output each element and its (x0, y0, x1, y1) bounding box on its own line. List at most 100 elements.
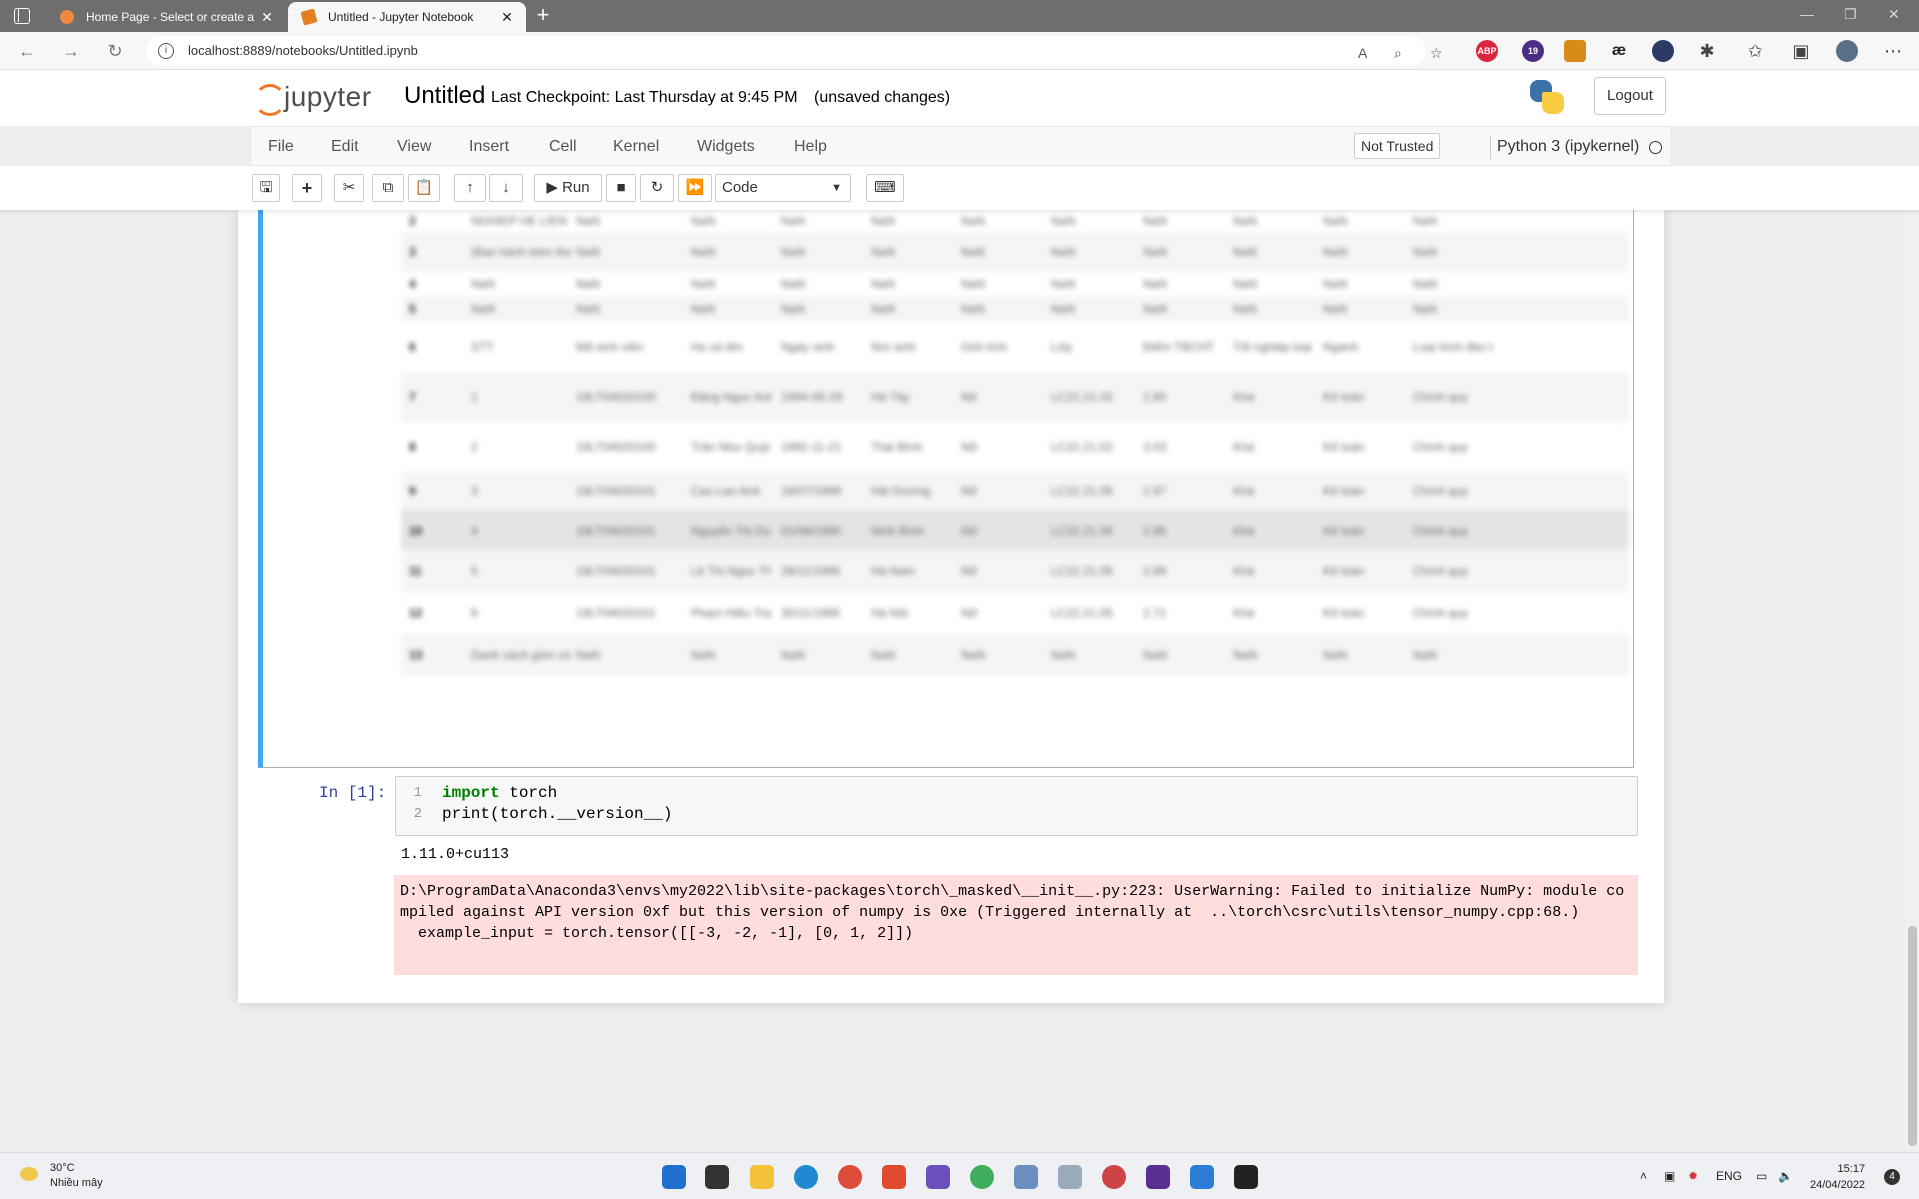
dataframe-cell: NaN (1413, 214, 1438, 228)
keyboard-shortcuts-icon[interactable]: ⌨ (866, 174, 904, 202)
menu-help[interactable]: Help (794, 138, 827, 156)
trust-button[interactable]: Not Trusted (1354, 133, 1441, 159)
menu-widgets[interactable]: Widgets (697, 138, 755, 156)
app-window-icon[interactable] (1014, 1165, 1038, 1189)
dataframe-cell: NaN (1323, 648, 1348, 662)
weather-widget[interactable]: 30°C Nhiều mây (20, 1161, 103, 1191)
site-info-icon[interactable]: i (158, 43, 174, 59)
menu-edit[interactable]: Edit (331, 138, 359, 156)
dataframe-cell: NaN (871, 277, 896, 291)
favorite-add-icon[interactable]: ☆ (1430, 45, 1443, 62)
restore-icon[interactable]: ❐ (1844, 6, 1857, 23)
interrupt-icon[interactable]: ■ (606, 174, 636, 202)
tray-bug-icon[interactable]: ✹ (1688, 1169, 1698, 1183)
terminal-icon[interactable] (1234, 1165, 1258, 1189)
forward-icon[interactable]: → (60, 40, 82, 62)
minimize-icon[interactable]: — (1800, 6, 1814, 22)
code-editor[interactable]: 1 import torch 2 print(torch.__version__… (395, 776, 1638, 836)
profile-avatar[interactable] (1836, 40, 1858, 62)
scholar-icon[interactable]: 19 (1522, 40, 1544, 62)
dataframe-cell: NaN (1323, 214, 1348, 228)
logout-button[interactable]: Logout (1594, 77, 1666, 115)
cell-type-select[interactable]: Code ▼ (715, 174, 851, 202)
app-s-icon[interactable] (882, 1165, 906, 1189)
copy-icon[interactable]: ⧉ (372, 174, 404, 202)
file-explorer-icon[interactable] (750, 1165, 774, 1189)
dataframe-cell: Nữ (961, 524, 978, 538)
media-app-icon[interactable] (1146, 1165, 1170, 1189)
menu-cell[interactable]: Cell (549, 138, 577, 156)
dataframe-cell: Nữ (961, 564, 978, 578)
extensions-icon[interactable]: ✱ (1696, 40, 1718, 62)
tray-chevron-icon[interactable]: ˄ (1640, 1169, 1647, 1183)
chrome-profile-icon[interactable] (1102, 1165, 1126, 1189)
restart-icon[interactable]: ↻ (640, 174, 674, 202)
visual-studio-icon[interactable] (926, 1165, 950, 1189)
dataframe-output-cell[interactable]: 2 NGHIEP HE LIEN THÔNG ĐẠI HỌC NHÓ... NaN N… (258, 210, 1634, 768)
green-app-icon[interactable] (970, 1165, 994, 1189)
zoom-icon[interactable]: ⌕ (1394, 45, 1402, 62)
app-icon[interactable] (1058, 1165, 1082, 1189)
ext-orange-icon[interactable] (1564, 40, 1586, 62)
chrome-icon[interactable] (838, 1165, 862, 1189)
start-icon[interactable] (662, 1165, 686, 1189)
line-number: 1 (413, 785, 422, 801)
kernel-name[interactable]: Python 3 (ipykernel) (1497, 138, 1639, 156)
paste-icon[interactable]: 📋 (408, 174, 440, 202)
language-indicator[interactable]: ENG (1716, 1169, 1742, 1183)
collections-icon[interactable]: ▣ (1790, 40, 1812, 62)
window-close-icon[interactable]: ✕ (1888, 6, 1900, 23)
dataframe-cell: NaN (871, 245, 896, 259)
tray-app-icon[interactable]: ▣ (1664, 1169, 1675, 1183)
jupyter-logo[interactable]: jupyter (252, 80, 372, 116)
clock[interactable]: 15:17 24/04/2022 (1810, 1161, 1865, 1193)
close-tab-icon[interactable]: ✕ (256, 9, 278, 26)
dataframe-cell: NGHIEP HE LIEN THÔNG ĐẠI HỌC NHÓ... (471, 214, 571, 228)
page-scrollbar[interactable] (1906, 210, 1919, 1152)
checkpoint-status: Last Checkpoint: Last Thursday at 9:45 P… (491, 89, 798, 106)
network-icon[interactable]: ▭ (1756, 1169, 1767, 1183)
dataframe-cell: 2.80 (1143, 390, 1167, 404)
dataframe-cell: NaN (1051, 648, 1076, 662)
tab-untitled-notebook[interactable]: Untitled - Jupyter Notebook ✕ (288, 2, 526, 32)
scrollbar-thumb[interactable] (1908, 926, 1917, 1146)
restart-run-all-icon[interactable]: ⏩ (678, 174, 712, 202)
close-tab-icon[interactable]: ✕ (496, 9, 518, 26)
clock-time: 15:17 (1837, 1163, 1866, 1175)
dataframe-cell: 19LT0402010038 (576, 390, 656, 404)
cut-icon[interactable]: ✂ (334, 174, 364, 202)
favorites-icon[interactable]: ✩ (1744, 40, 1766, 62)
new-tab-icon[interactable]: + (530, 4, 556, 28)
notification-badge[interactable]: 4 (1884, 1169, 1900, 1185)
dataframe-cell: 28/11/1995 (781, 564, 841, 578)
tab-home-page[interactable]: Home Page - Select or create a ✕ (46, 2, 286, 32)
menu-insert[interactable]: Insert (469, 138, 509, 156)
volume-icon[interactable]: 🔈 (1778, 1169, 1793, 1183)
dataframe-row: 8 2 19LT0402010055 Trần Như Quỳnh 1992-11-21… (401, 422, 1629, 472)
notebook-name[interactable]: Untitled (404, 82, 485, 110)
dataframe-cell: NaN (576, 648, 601, 662)
adblock-icon[interactable]: ABP (1476, 40, 1498, 62)
menu-file[interactable]: File (268, 138, 294, 156)
notepad-icon[interactable] (1190, 1165, 1214, 1189)
move-up-icon[interactable]: ↑ (454, 174, 486, 202)
read-aloud-icon[interactable]: A (1358, 45, 1367, 61)
circle-ext-icon[interactable] (1652, 40, 1674, 62)
dataframe-cell: NaN (1233, 648, 1258, 662)
back-icon[interactable]: ← (16, 40, 38, 62)
dataframe-cell: Nơi sinh (871, 340, 916, 354)
insert-cell-icon[interactable]: + (292, 174, 322, 202)
menu-kernel[interactable]: Kernel (613, 138, 659, 156)
tab-actions-icon[interactable] (14, 8, 30, 24)
edge-icon[interactable] (794, 1165, 818, 1189)
url-field[interactable]: i localhost:8889/notebooks/Untitled.ipyn… (146, 36, 1443, 66)
save-icon[interactable]: 🖫 (252, 174, 280, 202)
move-down-icon[interactable]: ↓ (489, 174, 523, 202)
reload-icon[interactable]: ↻ (104, 40, 126, 62)
run-button[interactable]: ▶ Run (534, 174, 602, 202)
more-menu-icon[interactable]: ⋯ (1882, 40, 1904, 62)
input-prompt: In [1]: (319, 784, 387, 802)
menu-view[interactable]: View (397, 138, 431, 156)
ae-icon[interactable]: æ (1608, 40, 1630, 62)
task-view-icon[interactable] (705, 1165, 729, 1189)
